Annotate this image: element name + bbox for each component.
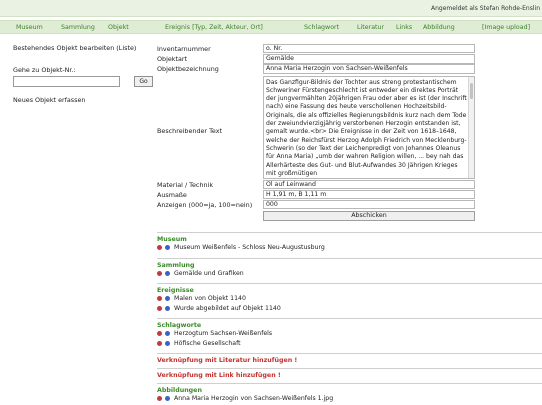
- objektbezeichnung-row: Objektbezeichnung Anna Maria Herzogin vo…: [157, 64, 479, 74]
- anzeigen-label: Anzeigen (000=ja, 100=nein): [157, 200, 253, 209]
- edit-existing-object-link[interactable]: Bestehendes Objekt bearbeiten (Liste): [13, 44, 143, 52]
- museum-section: Museum Museum Weißenfels - Schloss Neu-A…: [157, 233, 542, 258]
- list-item: Gemälde und Grafiken: [157, 269, 542, 279]
- relations-panel: Museum Museum Weißenfels - Schloss Neu-A…: [157, 232, 542, 405]
- add-link-link[interactable]: Verknüpfung mit Link hinzufügen !: [157, 369, 542, 383]
- abbildungen-section-title: Abbildungen: [157, 387, 202, 394]
- edit-icon[interactable]: [165, 340, 170, 346]
- anzeigen-field[interactable]: 000: [263, 199, 475, 210]
- delete-icon[interactable]: [157, 331, 162, 336]
- nav-links[interactable]: Links: [396, 24, 412, 31]
- goto-object-row: Go: [13, 76, 153, 88]
- delete-icon[interactable]: [157, 340, 162, 346]
- nav-museum[interactable]: Museum: [16, 24, 43, 31]
- beschreibung-label: Beschreibender Text: [157, 126, 223, 135]
- add-literatur-link[interactable]: Verknüpfung mit Literatur hinzufügen !: [157, 354, 542, 368]
- ereignisse-section-title: Ereignisse: [157, 287, 194, 294]
- sammlung-item-text: Gemälde und Grafiken: [174, 269, 244, 277]
- list-item: Höfische Gesellschaft: [157, 339, 542, 349]
- schlagwort-item-text: Herzogtum Sachsen-Weißenfels: [174, 330, 273, 337]
- inventarnummer-label: Inventarnummer: [157, 45, 211, 53]
- museum-section-title: Museum: [157, 236, 187, 243]
- edit-icon[interactable]: [165, 305, 170, 311]
- nav-ereignis[interactable]: Ereignis [Typ, Zeit, Akteur, Ort]: [165, 24, 263, 31]
- beschreibung-text: Das Ganzfigur-Bildnis der Tochter aus st…: [266, 78, 467, 177]
- material-field[interactable]: Öl auf Leinwand: [263, 179, 475, 189]
- nav-image-upload[interactable]: [Image upload]: [482, 24, 530, 31]
- scrollbar-thumb[interactable]: [470, 82, 473, 99]
- masse-field[interactable]: H 1,91 m, B 1,11 m: [263, 189, 475, 200]
- abbildung-item-text: Anna Maria Herzogin von Sachsen-Weißenfe…: [174, 395, 334, 402]
- new-object-link[interactable]: Neues Objekt erfassen: [13, 96, 143, 104]
- objektart-label: Objektart: [157, 55, 188, 64]
- list-item: Malen von Objekt 1140: [157, 294, 542, 304]
- delete-icon[interactable]: [157, 296, 162, 301]
- object-form: Inventarnummer o. Nr. Objektart Gemälde …: [157, 44, 479, 222]
- objektart-field[interactable]: Gemälde: [263, 54, 475, 64]
- ereignis-item-text: Wurde abgebildet auf Objekt 1140: [174, 304, 281, 312]
- abbildungen-section: Abbildungen Anna Maria Herzogin von Sach…: [157, 384, 542, 405]
- beschreibung-textarea[interactable]: Das Ganzfigur-Bildnis der Tochter aus st…: [263, 75, 475, 179]
- objektart-row: Objektart Gemälde: [157, 54, 479, 64]
- masse-row: Ausmaße H 1,91 m, B 1,11 m: [157, 189, 479, 200]
- submit-row: Abschicken: [157, 210, 479, 222]
- anzeigen-row: Anzeigen (000=ja, 100=nein) 000: [157, 199, 479, 210]
- nav-sammlung[interactable]: Sammlung: [61, 24, 95, 31]
- inventarnummer-row: Inventarnummer o. Nr.: [157, 44, 479, 54]
- edit-icon[interactable]: [165, 331, 170, 336]
- sammlung-section-title: Sammlung: [157, 261, 195, 269]
- museum-item-text: Museum Weißenfels - Schloss Neu-Augustus…: [174, 244, 325, 251]
- delete-icon[interactable]: [157, 245, 162, 250]
- top-bar: Angemeldet als Stefan Rohde-Enslin: [0, 0, 542, 17]
- textarea-scrollbar[interactable]: [468, 76, 474, 178]
- schlagwort-item-text: Höfische Gesellschaft: [174, 339, 241, 347]
- list-item: Herzogtum Sachsen-Weißenfels: [157, 329, 542, 339]
- nav-abbildung[interactable]: Abbildung: [423, 24, 455, 31]
- submit-button[interactable]: Abschicken: [263, 211, 475, 222]
- nav-objekt[interactable]: Objekt: [108, 24, 129, 31]
- login-status: Angemeldet als Stefan Rohde-Enslin: [431, 5, 540, 12]
- objektbezeichnung-label: Objektbezeichnung: [157, 65, 219, 74]
- ereignisse-section: Ereignisse Malen von Objekt 1140 Wurde a…: [157, 284, 542, 318]
- list-item: Museum Weißenfels - Schloss Neu-Augustus…: [157, 243, 542, 253]
- beschreibung-row: Beschreibender Text Das Ganzfigur-Bildni…: [157, 75, 479, 180]
- material-label: Material / Technik: [157, 180, 214, 189]
- list-item: Anna Maria Herzogin von Sachsen-Weißenfe…: [157, 394, 542, 404]
- sidebar: Bestehendes Objekt bearbeiten (Liste) Ge…: [13, 44, 153, 104]
- masse-label: Ausmaße: [157, 190, 187, 199]
- edit-icon[interactable]: [165, 270, 170, 276]
- ereignis-item-text: Malen von Objekt 1140: [174, 295, 246, 302]
- goto-button[interactable]: Go: [134, 76, 153, 87]
- nav-literatur[interactable]: Literatur: [357, 24, 384, 31]
- main-nav: Museum Sammlung Objekt Ereignis [Typ, Ze…: [0, 20, 542, 34]
- inventarnummer-field[interactable]: o. Nr.: [263, 44, 475, 54]
- edit-icon[interactable]: [165, 296, 170, 301]
- edit-icon[interactable]: [165, 396, 170, 401]
- schlagworte-section-title: Schlagworte: [157, 322, 202, 329]
- goto-object-input[interactable]: [13, 76, 120, 87]
- sammlung-section: Sammlung Gemälde und Grafiken: [157, 259, 542, 284]
- goto-object-label: Gehe zu Objekt-Nr.:: [13, 66, 76, 74]
- delete-icon[interactable]: [157, 305, 162, 311]
- material-row: Material / Technik Öl auf Leinwand: [157, 179, 479, 190]
- delete-icon[interactable]: [157, 270, 162, 276]
- delete-icon[interactable]: [157, 396, 162, 401]
- objektbezeichnung-field[interactable]: Anna Maria Herzogin von Sachsen-Weißenfe…: [263, 64, 475, 74]
- nav-schlagwort[interactable]: Schlagwort: [304, 24, 339, 31]
- schlagworte-section: Schlagworte Herzogtum Sachsen-Weißenfels…: [157, 319, 542, 353]
- edit-icon[interactable]: [165, 245, 170, 250]
- list-item: Wurde abgebildet auf Objekt 1140: [157, 304, 542, 314]
